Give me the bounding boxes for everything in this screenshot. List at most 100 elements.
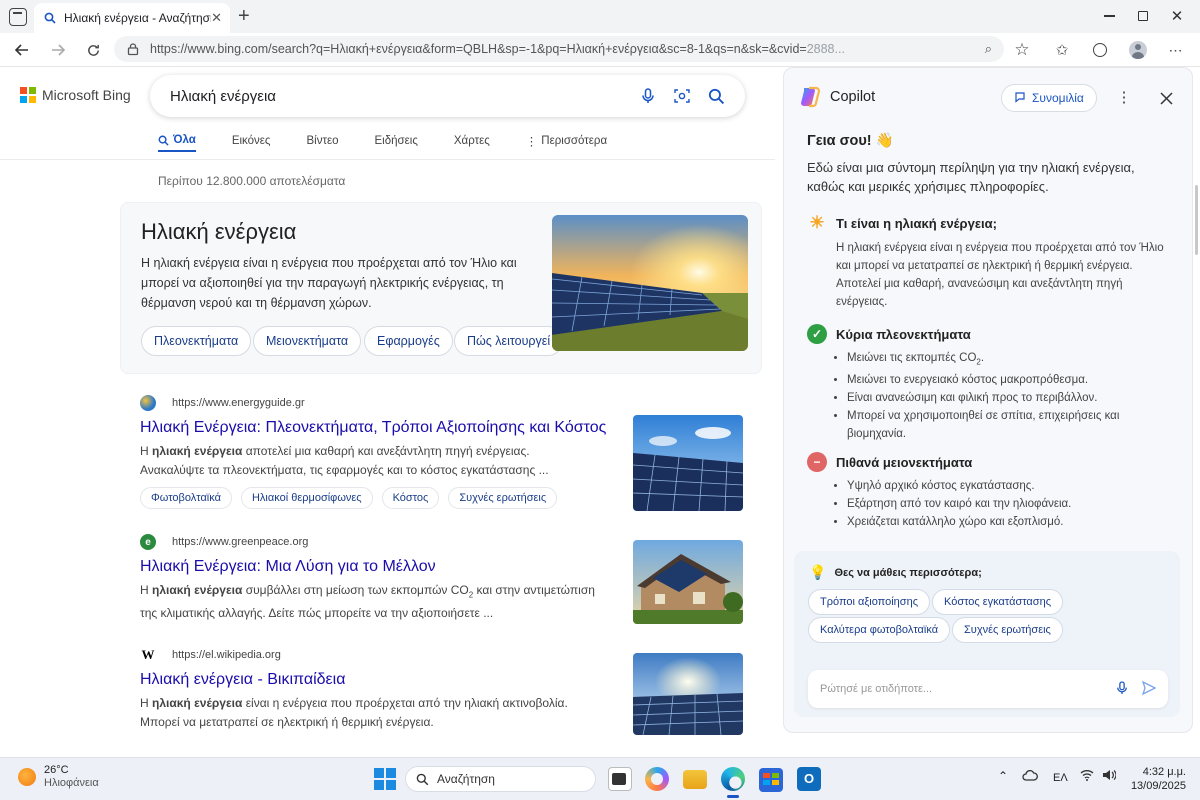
microphone-icon[interactable] bbox=[633, 81, 663, 111]
chip-best-panels[interactable]: Καλύτερα φωτοβολταϊκά bbox=[808, 617, 951, 643]
what-is-text: Η ηλιακή ενέργεια είναι η ενέργεια που π… bbox=[836, 242, 1164, 308]
task-view-icon[interactable] bbox=[608, 767, 632, 791]
extensions-button[interactable] bbox=[1088, 38, 1112, 62]
extension-icon bbox=[1093, 43, 1107, 57]
clock-time: 4:32 μ.μ. bbox=[1142, 766, 1186, 778]
advantages-list: Μειώνει τις εκπομπές CO2. Μειώνει το ενε… bbox=[847, 349, 1167, 443]
profile-button[interactable] bbox=[1126, 38, 1150, 62]
tab-images[interactable]: Εικόνες bbox=[232, 130, 271, 152]
minus-circle-icon: − bbox=[807, 452, 827, 472]
weather-widget[interactable]: 26°C Ηλιοφάνεια bbox=[18, 764, 99, 790]
outlook-icon[interactable]: O bbox=[797, 767, 821, 791]
new-tab-button[interactable]: + bbox=[238, 6, 250, 26]
search-box[interactable]: Ηλιακή ενέργεια bbox=[150, 75, 745, 117]
tray-overflow-icon[interactable]: ⌃ bbox=[998, 769, 1008, 783]
chip-photovoltaics[interactable]: Φωτοβολταϊκά bbox=[140, 487, 232, 509]
taskbar bbox=[0, 757, 1200, 800]
send-icon[interactable] bbox=[1141, 680, 1157, 698]
windows-start-icon[interactable] bbox=[373, 767, 397, 791]
list-item: Υψηλό αρχικό κόστος εγκατάστασης. bbox=[847, 477, 1167, 495]
tab-all[interactable]: Όλα bbox=[158, 130, 196, 152]
answer-description: Η ηλιακή ενέργεια είναι η ενέργεια που π… bbox=[141, 256, 517, 310]
lightbulb-icon: 💡 bbox=[809, 564, 827, 580]
close-window-button[interactable]: ✕ bbox=[1163, 4, 1191, 28]
close-copilot-icon[interactable] bbox=[1156, 88, 1176, 108]
search-input[interactable]: Ηλιακή ενέργεια bbox=[170, 88, 629, 105]
copilot-header: Copilot bbox=[798, 85, 875, 109]
favorites-button[interactable]: ✩ bbox=[1050, 38, 1074, 62]
browser-tab-active[interactable]: Ηλιακή ενέργεια - Αναζήτηση ✕ bbox=[34, 3, 230, 33]
tab-more[interactable]: ⋮ Περισσότερα bbox=[526, 130, 607, 152]
result-3-thumbnail[interactable] bbox=[633, 653, 743, 735]
arrow-right-icon bbox=[52, 44, 66, 56]
search-submit-icon[interactable] bbox=[701, 81, 731, 111]
system-clock[interactable]: 4:32 μ.μ. 13/09/2025 bbox=[1130, 765, 1186, 793]
tab-videos[interactable]: Βίντεο bbox=[306, 130, 338, 152]
tab-maps[interactable]: Χάρτες bbox=[454, 130, 490, 152]
tab-close-icon[interactable]: ✕ bbox=[211, 10, 222, 26]
refresh-button[interactable] bbox=[81, 38, 105, 62]
microphone-icon[interactable] bbox=[1116, 680, 1128, 698]
answer-card: Ηλιακή ενέργεια Η ηλιακή ενέργεια είναι … bbox=[120, 202, 762, 374]
chip-uses[interactable]: Τρόποι αξιοποίησης bbox=[808, 589, 931, 615]
wifi-icon[interactable] bbox=[1080, 769, 1094, 784]
visual-search-icon[interactable] bbox=[667, 81, 697, 111]
solar-panels-image[interactable] bbox=[552, 215, 748, 351]
pill-how-it-works[interactable]: Πώς λειτουργεί bbox=[454, 326, 564, 356]
file-explorer-icon[interactable] bbox=[683, 770, 707, 789]
result-1-thumbnail[interactable] bbox=[633, 415, 743, 511]
copilot-logo-icon bbox=[801, 86, 821, 108]
chip-installation-cost[interactable]: Κόστος εγκατάστασης bbox=[932, 589, 1063, 615]
chat-icon bbox=[1014, 91, 1026, 106]
pill-advantages[interactable]: Πλεονεκτήματα bbox=[141, 326, 252, 356]
greeting: Γεια σου! 👋 bbox=[807, 133, 894, 149]
more-options-icon[interactable]: ⋮ bbox=[1114, 88, 1134, 108]
tab-actions-icon[interactable] bbox=[9, 8, 27, 26]
restore-button[interactable] bbox=[1129, 4, 1157, 28]
result-2-thumbnail[interactable] bbox=[633, 540, 743, 624]
forward-button[interactable] bbox=[46, 38, 70, 62]
disadvantages-list: Υψηλό αρχικό κόστος εγκατάστασης. Εξάρτη… bbox=[847, 477, 1167, 531]
conversation-button[interactable]: Συνομιλία bbox=[1001, 84, 1097, 112]
pill-disadvantages[interactable]: Μειονεκτήματα bbox=[253, 326, 362, 356]
bing-results-pane: Microsoft Bing Ηλιακή ενέργεια Όλα Εικόν… bbox=[0, 67, 775, 757]
ask-box[interactable] bbox=[808, 670, 1168, 708]
copilot-taskbar-icon[interactable] bbox=[645, 767, 669, 791]
chip-faq[interactable]: Συχνές ερωτήσεις bbox=[952, 617, 1063, 643]
taskbar-search[interactable]: Αναζήτηση bbox=[405, 766, 596, 792]
zoom-icon[interactable]: ⌕ bbox=[985, 41, 992, 57]
temperature: 26°C bbox=[44, 764, 69, 776]
cloud-sync-icon[interactable] bbox=[1022, 769, 1038, 784]
clock-date: 13/09/2025 bbox=[1130, 780, 1186, 792]
back-button[interactable] bbox=[10, 38, 34, 62]
sun-icon: ☀ bbox=[809, 213, 825, 232]
ask-input[interactable] bbox=[820, 683, 1110, 695]
tab-news[interactable]: Ειδήσεις bbox=[375, 130, 418, 152]
site-info-icon[interactable] bbox=[126, 42, 140, 56]
microsoft-store-icon[interactable] bbox=[759, 768, 783, 792]
favorite-star-button[interactable]: ☆ bbox=[1010, 38, 1034, 62]
list-item: Μπορεί να χρησιμοποιηθεί σε σπίτια, επιχ… bbox=[847, 407, 1167, 443]
chip-faq[interactable]: Συχνές ερωτήσεις bbox=[448, 487, 558, 509]
language-indicator[interactable]: ΕΛ bbox=[1053, 772, 1068, 784]
address-bar[interactable]: https://www.bing.com/search?q=Ηλιακή+ενέ… bbox=[114, 36, 1004, 62]
chip-cost[interactable]: Κόστος bbox=[381, 487, 440, 509]
list-item: Χρειάζεται κατάλληλο χώρο και εξοπλισμό. bbox=[847, 513, 1167, 531]
refresh-icon bbox=[87, 44, 99, 56]
sunny-weather-icon bbox=[18, 768, 36, 786]
tab-title: Ηλιακή ενέργεια - Αναζήτηση bbox=[64, 11, 212, 25]
copilot-scrollbar[interactable] bbox=[1195, 185, 1198, 255]
microsoft-bing-logo[interactable]: Microsoft Bing bbox=[20, 87, 131, 103]
url-text[interactable]: https://www.bing.com/search?q=Ηλιακή+ενέ… bbox=[150, 42, 977, 56]
wikipedia-favicon-icon: W bbox=[140, 647, 156, 663]
settings-more-button[interactable]: ⋯ bbox=[1164, 38, 1188, 62]
result-source[interactable]: https://www.energyguide.gr bbox=[140, 395, 760, 411]
more-vertical-icon: ⋮ bbox=[525, 136, 538, 148]
intro-text: Εδώ είναι μια σύντομη περίληψη για την η… bbox=[807, 160, 1135, 194]
copilot-title: Copilot bbox=[830, 89, 876, 105]
volume-icon[interactable] bbox=[1102, 769, 1117, 784]
pill-applications[interactable]: Εφαρμογές bbox=[364, 326, 453, 356]
edge-browser-icon[interactable] bbox=[721, 767, 745, 791]
chip-solar-water-heaters[interactable]: Ηλιακοί θερμοσίφωνες bbox=[240, 487, 373, 509]
minimize-button[interactable] bbox=[1095, 4, 1123, 28]
